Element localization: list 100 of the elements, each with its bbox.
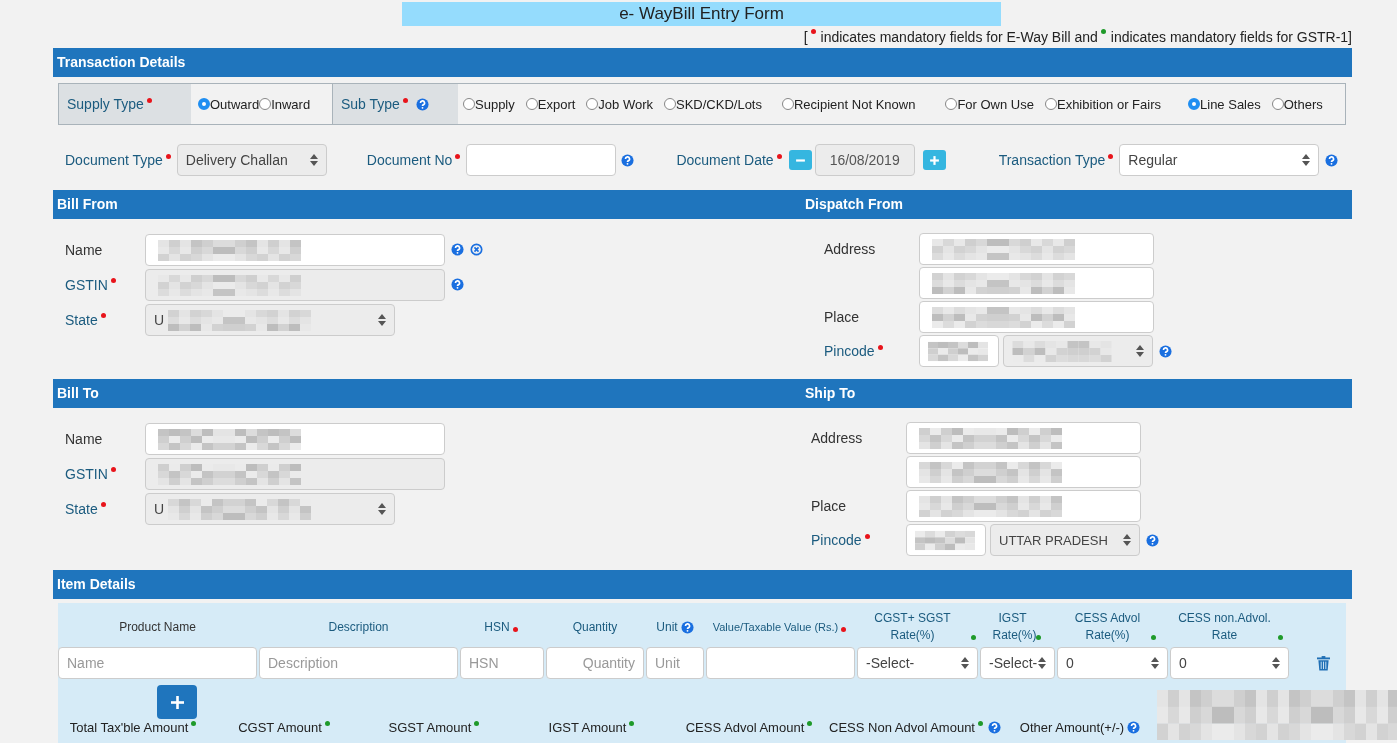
section-title: Bill To bbox=[57, 384, 100, 403]
input-field[interactable] bbox=[919, 233, 1154, 265]
field-label: GSTIN bbox=[65, 465, 108, 482]
field-label: Pincode bbox=[811, 532, 862, 548]
amount-label: IGST Amount bbox=[548, 720, 627, 735]
clear-icon[interactable] bbox=[470, 243, 483, 256]
input-field[interactable] bbox=[919, 267, 1154, 299]
field-label: Supply Type bbox=[67, 96, 144, 112]
blurred-text bbox=[928, 341, 988, 362]
radio-option[interactable]: Supply bbox=[463, 96, 515, 112]
field-label: Pincode bbox=[824, 343, 875, 359]
input-field[interactable] bbox=[466, 144, 617, 176]
section-title: Ship To bbox=[805, 384, 856, 403]
help-icon[interactable] bbox=[1325, 153, 1339, 167]
field-label: Address bbox=[824, 241, 876, 257]
select-field[interactable]: UTTAR PRADESH bbox=[990, 524, 1140, 556]
section-title: Dispatch From bbox=[805, 195, 903, 214]
input-field[interactable]: Name bbox=[58, 647, 257, 679]
input-field[interactable] bbox=[906, 490, 1141, 522]
help-icon[interactable] bbox=[988, 721, 1001, 734]
updown-icon bbox=[961, 657, 969, 669]
radio-option[interactable]: For Own Use bbox=[945, 96, 1034, 112]
column-header: Unit bbox=[656, 618, 678, 636]
updown-icon bbox=[378, 502, 386, 515]
updown-icon bbox=[1136, 345, 1144, 357]
help-icon[interactable] bbox=[1127, 721, 1141, 734]
plus-icon bbox=[928, 154, 940, 166]
input-field[interactable]: Description bbox=[259, 647, 458, 679]
amount-label: Total Tax'ble Amount bbox=[69, 720, 189, 735]
radio-option[interactable]: SKD/CKD/Lots bbox=[664, 96, 762, 112]
input-field[interactable] bbox=[145, 233, 445, 266]
column-header: Quantity bbox=[572, 618, 618, 636]
help-icon[interactable] bbox=[1146, 533, 1159, 547]
add-item-button[interactable] bbox=[157, 685, 197, 719]
input-field[interactable] bbox=[145, 422, 445, 455]
input-field[interactable] bbox=[906, 524, 986, 556]
radio-option[interactable]: Job Work bbox=[586, 96, 653, 112]
updown-icon bbox=[1272, 657, 1280, 669]
section-title: Bill From bbox=[57, 195, 119, 214]
column-header: Product Name bbox=[119, 618, 196, 636]
input-field[interactable] bbox=[906, 456, 1141, 488]
select-field[interactable]: -Select- bbox=[980, 647, 1055, 679]
radio-option[interactable]: Others bbox=[1271, 96, 1323, 112]
field-label: Sub Type bbox=[341, 96, 400, 112]
field-label: Place bbox=[811, 498, 847, 514]
legend-text: indicates mandatory fields for GSTR-1] bbox=[1110, 29, 1352, 45]
legend-bracket: [ bbox=[803, 29, 808, 45]
amount-label: CGST Amount bbox=[238, 720, 322, 735]
field-label: Address bbox=[811, 430, 863, 446]
input-field[interactable] bbox=[919, 335, 999, 367]
minus-button[interactable] bbox=[788, 150, 812, 170]
radio-option[interactable]: Inward bbox=[259, 96, 311, 112]
select-field[interactable] bbox=[1003, 335, 1153, 367]
field-label: Document Date bbox=[676, 152, 774, 168]
radio-option[interactable]: Recipient Not Known bbox=[782, 96, 916, 112]
form-title: e- WayBill Entry Form bbox=[402, 2, 1001, 26]
column-header: CESS non.Advol. Rate bbox=[1177, 610, 1272, 644]
amount-label: Other Amount(+/-) bbox=[1019, 720, 1125, 735]
input-field[interactable] bbox=[919, 301, 1154, 333]
updown-icon bbox=[309, 154, 318, 166]
field-label: Transaction Type bbox=[998, 152, 1106, 168]
input-field[interactable]: Quantity bbox=[546, 647, 644, 679]
input-field[interactable]: Unit bbox=[646, 647, 704, 679]
radio-option[interactable]: Outward bbox=[198, 96, 260, 112]
select-field[interactable]: -Select- bbox=[857, 647, 978, 679]
column-header: CESS Advol Rate(%) bbox=[1073, 610, 1142, 644]
plus-icon bbox=[170, 695, 184, 709]
legend-text: indicates mandatory fields for E-Way Bill and bbox=[820, 29, 1098, 45]
column-header: HSN bbox=[484, 618, 510, 636]
radio-option[interactable]: Export bbox=[525, 96, 576, 112]
radio-option[interactable]: Line Sales bbox=[1188, 96, 1261, 112]
input-field[interactable] bbox=[706, 647, 855, 679]
updown-icon bbox=[1123, 534, 1131, 546]
section-header: Item Details bbox=[53, 570, 1352, 599]
input-field[interactable] bbox=[906, 422, 1141, 454]
section-header: Transaction Details bbox=[53, 48, 1352, 77]
blurred-text bbox=[915, 530, 975, 551]
help-icon[interactable] bbox=[1159, 344, 1172, 358]
help-icon[interactable] bbox=[451, 243, 464, 256]
trash-icon[interactable] bbox=[1317, 655, 1330, 671]
radio-option[interactable]: Exhibition or Fairs bbox=[1044, 96, 1161, 112]
updown-icon bbox=[1151, 657, 1159, 669]
select-field[interactable]: 0 bbox=[1170, 647, 1289, 679]
input-field[interactable]: HSN bbox=[460, 647, 544, 679]
field-label: Name bbox=[65, 430, 103, 447]
amount-label: CESS Advol Amount bbox=[685, 720, 805, 735]
column-header: CGST+ SGST Rate(%) bbox=[873, 610, 952, 644]
help-icon[interactable] bbox=[680, 620, 694, 634]
help-icon[interactable] bbox=[415, 97, 429, 111]
select-field[interactable]: 0 bbox=[1057, 647, 1168, 679]
select-field[interactable]: Regular bbox=[1119, 144, 1320, 176]
field-label: Document No bbox=[366, 152, 453, 168]
field-label: Name bbox=[65, 241, 103, 258]
plus-button[interactable] bbox=[922, 150, 946, 170]
help-icon[interactable] bbox=[621, 153, 635, 167]
updown-icon bbox=[1038, 657, 1046, 669]
column-header: Description bbox=[328, 618, 389, 636]
updown-icon bbox=[1302, 154, 1311, 166]
field-label: GSTIN bbox=[65, 276, 108, 293]
column-header: Value/Taxable Value (Rs.) bbox=[712, 619, 839, 635]
